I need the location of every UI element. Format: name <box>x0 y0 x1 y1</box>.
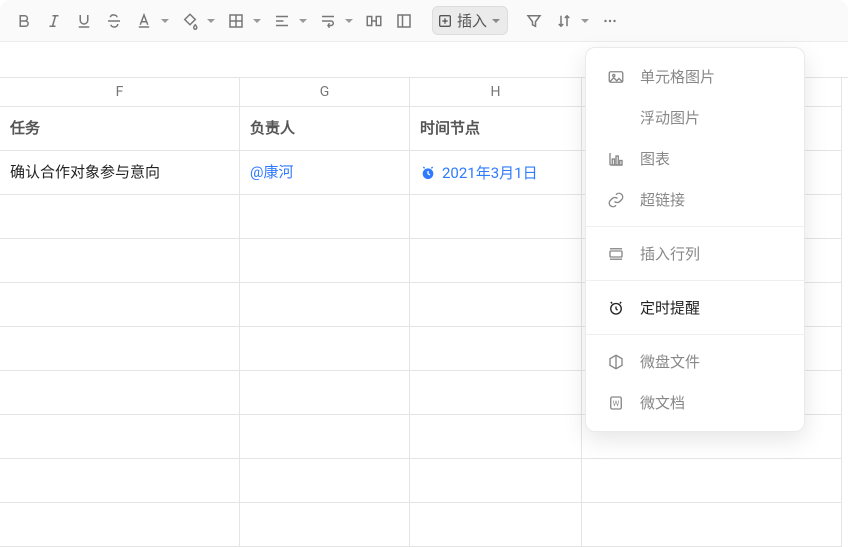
underline-button[interactable] <box>70 7 98 35</box>
border-button[interactable] <box>222 7 250 35</box>
align-chevron-icon[interactable] <box>294 16 312 26</box>
menu-label: 图表 <box>640 148 670 169</box>
more-button[interactable] <box>596 7 624 35</box>
menu-timed-reminder[interactable]: 定时提醒 <box>586 287 804 328</box>
spreadsheet-area: F G H 任务 负责人 时间节点 确认合作对象参与意向 @康河 2021年3月… <box>0 77 848 547</box>
menu-insert-rows[interactable]: 插入行列 <box>586 233 804 274</box>
link-icon <box>606 191 626 209</box>
image-icon <box>606 68 626 86</box>
cell[interactable] <box>0 371 240 415</box>
cell[interactable] <box>0 503 240 547</box>
border-chevron-icon[interactable] <box>248 16 266 26</box>
column-header-g[interactable]: G <box>240 78 410 107</box>
header-task[interactable]: 任务 <box>0 107 240 151</box>
menu-float-image[interactable]: 浮动图片 <box>586 97 804 138</box>
freeze-button[interactable] <box>390 7 418 35</box>
italic-button[interactable] <box>40 7 68 35</box>
cell[interactable] <box>410 415 582 459</box>
cell[interactable] <box>410 371 582 415</box>
doc-icon: W <box>606 394 626 412</box>
column-header-f[interactable]: F <box>0 78 240 107</box>
cell[interactable] <box>240 503 410 547</box>
sort-chevron-icon[interactable] <box>576 16 594 26</box>
cell[interactable] <box>0 327 240 371</box>
align-button[interactable] <box>268 7 296 35</box>
disk-icon <box>606 353 626 371</box>
cell[interactable] <box>240 415 410 459</box>
insert-dropdown-menu: 单元格图片 浮动图片 图表 超链接 插入行列 定时提醒 微盘文件 <box>585 47 805 432</box>
wrap-button[interactable] <box>314 7 342 35</box>
rows-icon <box>606 245 626 263</box>
insert-button[interactable]: 插入 <box>432 6 508 35</box>
cell[interactable] <box>410 283 582 327</box>
font-color-chevron-icon[interactable] <box>156 16 174 26</box>
menu-label: 浮动图片 <box>640 107 700 128</box>
cell[interactable] <box>582 459 842 503</box>
menu-separator <box>586 280 804 281</box>
cell-owner[interactable]: @康河 <box>240 151 410 195</box>
cell[interactable] <box>0 459 240 503</box>
insert-label: 插入 <box>457 10 487 31</box>
cell[interactable] <box>240 283 410 327</box>
cell[interactable] <box>240 239 410 283</box>
toolbar: 插入 <box>0 0 848 42</box>
strikethrough-button[interactable] <box>100 7 128 35</box>
bold-button[interactable] <box>10 7 38 35</box>
menu-hyperlink[interactable]: 超链接 <box>586 179 804 220</box>
menu-label: 微盘文件 <box>640 351 700 372</box>
cell-due[interactable]: 2021年3月1日 <box>410 151 582 195</box>
cell[interactable] <box>0 415 240 459</box>
cell[interactable] <box>410 503 582 547</box>
menu-label: 插入行列 <box>640 243 700 264</box>
chevron-down-icon <box>491 12 501 30</box>
merge-button[interactable] <box>360 7 388 35</box>
cell[interactable] <box>410 195 582 239</box>
sort-button[interactable] <box>550 7 578 35</box>
due-date-text: 2021年3月1日 <box>442 162 538 183</box>
cell[interactable] <box>582 503 842 547</box>
wrap-chevron-icon[interactable] <box>340 16 358 26</box>
filter-button[interactable] <box>520 7 548 35</box>
font-color-button[interactable] <box>130 7 158 35</box>
chart-icon <box>606 150 626 168</box>
column-header-h[interactable]: H <box>410 78 582 107</box>
header-owner[interactable]: 负责人 <box>240 107 410 151</box>
menu-cell-image[interactable]: 单元格图片 <box>586 56 804 97</box>
cell-task[interactable]: 确认合作对象参与意向 <box>0 151 240 195</box>
menu-label: 定时提醒 <box>640 297 700 318</box>
svg-text:W: W <box>613 399 620 408</box>
cell[interactable] <box>240 327 410 371</box>
cell[interactable] <box>410 327 582 371</box>
cell[interactable] <box>0 195 240 239</box>
fill-color-button[interactable] <box>176 7 204 35</box>
menu-label: 单元格图片 <box>640 66 715 87</box>
menu-label: 微文档 <box>640 392 685 413</box>
cell[interactable] <box>240 459 410 503</box>
fill-color-chevron-icon[interactable] <box>202 16 220 26</box>
menu-wedoc[interactable]: W 微文档 <box>586 382 804 423</box>
cell[interactable] <box>0 283 240 327</box>
cell[interactable] <box>0 239 240 283</box>
cell[interactable] <box>410 239 582 283</box>
menu-separator <box>586 334 804 335</box>
alarm-icon <box>420 165 436 181</box>
menu-chart[interactable]: 图表 <box>586 138 804 179</box>
cell[interactable] <box>240 195 410 239</box>
menu-wedisk-file[interactable]: 微盘文件 <box>586 341 804 382</box>
cell[interactable] <box>410 459 582 503</box>
menu-separator <box>586 226 804 227</box>
mention-link[interactable]: @康河 <box>250 163 293 181</box>
cell[interactable] <box>240 371 410 415</box>
header-due[interactable]: 时间节点 <box>410 107 582 151</box>
menu-label: 超链接 <box>640 189 685 210</box>
alarm-clock-icon <box>606 299 626 317</box>
